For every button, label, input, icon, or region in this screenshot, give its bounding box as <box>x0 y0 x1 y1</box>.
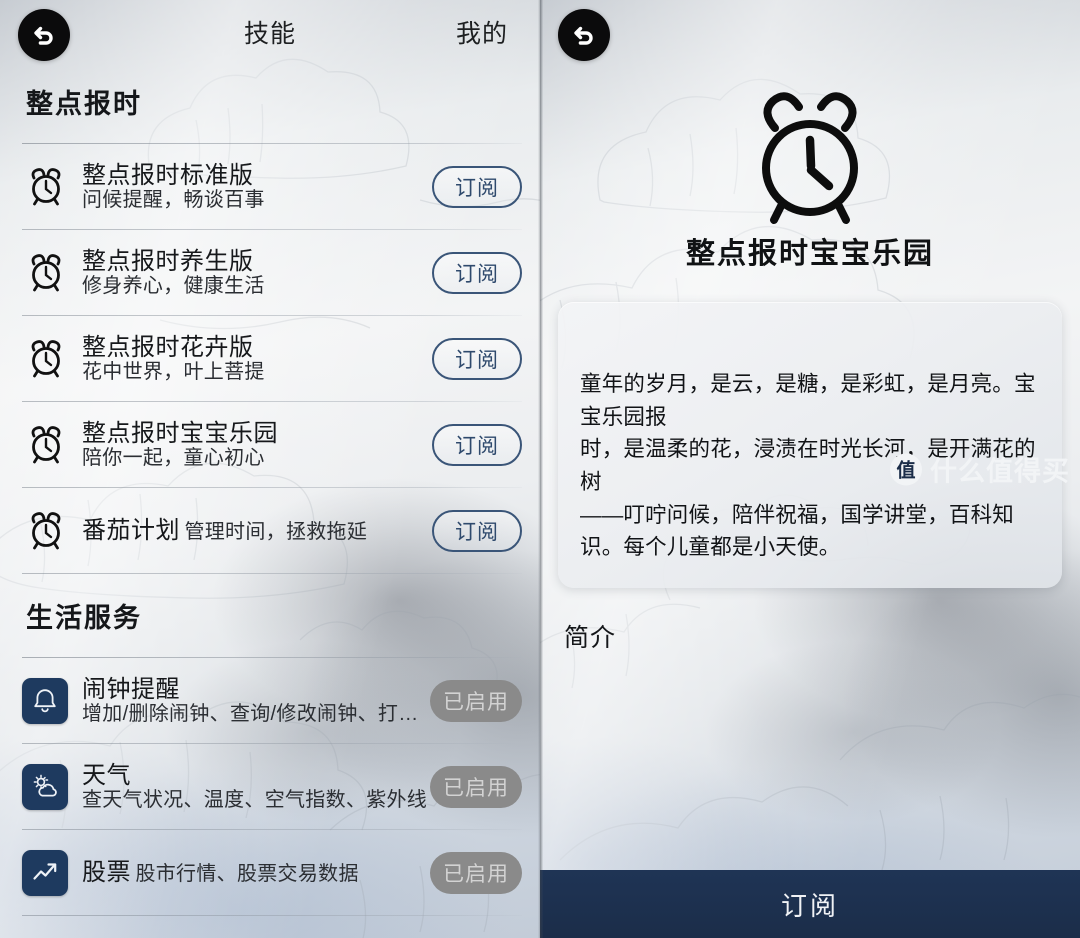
skill-text: 天气 查天气状况、温度、空气指数、紫外线 <box>82 762 430 813</box>
skill-row[interactable]: 整点报时养生版 修身养心，健康生活 订阅 <box>0 230 540 316</box>
skill-subtitle: 股市行情、股票交易数据 <box>135 863 359 886</box>
skill-title: 整点报时养生版 <box>82 247 254 275</box>
subscribe-bar-label: 订阅 <box>780 890 839 921</box>
back-button[interactable] <box>558 9 610 61</box>
skill-row[interactable]: 番茄计划 管理时间，拯救拖延 订阅 <box>0 488 540 574</box>
status-badge-enabled: 已启用 <box>430 852 522 894</box>
section-heading-hourly: 整点报时 <box>26 89 142 119</box>
skill-subtitle: 修身养心，健康生活 <box>82 275 265 298</box>
alarm-clock-icon <box>22 421 70 469</box>
skill-text: 番茄计划 管理时间，拯救拖延 <box>82 517 432 545</box>
subscribe-button[interactable]: 订阅 <box>432 338 522 380</box>
app-root: 技能 我的 整点报时 整点报时标准版 问候提醒，畅谈百事 订阅 整点报时养生版 … <box>0 0 1080 938</box>
left-top-nav: 技能 我的 <box>0 0 540 68</box>
skill-text: 整点报时养生版 修身养心，健康生活 <box>82 248 432 299</box>
skills-list-panel: 技能 我的 整点报时 整点报时标准版 问候提醒，畅谈百事 订阅 整点报时养生版 … <box>0 0 540 938</box>
skill-detail-panel: 整点报时宝宝乐园 童年的岁月，是云，是糖，是彩虹，是月亮。宝宝乐园报 时，是温柔… <box>540 0 1080 938</box>
alarm-clock-icon <box>22 249 70 297</box>
intro-section-label: 简介 <box>564 624 617 653</box>
skill-title: 番茄计划 <box>82 517 180 545</box>
status-badge-enabled: 已启用 <box>430 766 522 808</box>
alarm-clock-icon <box>745 90 875 226</box>
subscribe-button[interactable]: 订阅 <box>432 252 522 294</box>
skill-row[interactable]: 整点报时标准版 问候提醒，畅谈百事 订阅 <box>0 144 540 230</box>
skill-title: 整点报时花卉版 <box>82 333 254 361</box>
skill-subtitle: 花中世界，叶上菩提 <box>82 361 265 384</box>
skill-title: 股票 <box>82 859 131 887</box>
right-top-nav <box>540 0 1080 68</box>
skill-subtitle: 增加/删除闹钟、查询/修改闹钟、打… <box>82 703 419 726</box>
skill-detail-title: 整点报时宝宝乐园 <box>685 238 934 270</box>
skill-row[interactable]: 整点报时宝宝乐园 陪你一起，童心初心 订阅 <box>0 402 540 488</box>
skill-title: 整点报时标准版 <box>82 161 254 189</box>
skill-row[interactable]: 整点报时花卉版 花中世界，叶上菩提 订阅 <box>0 316 540 402</box>
alarm-clock-icon <box>22 507 70 555</box>
alarm-clock-icon <box>22 163 70 211</box>
skill-text: 整点报时标准版 问候提醒，畅谈百事 <box>82 162 432 213</box>
subscribe-bar-button[interactable]: 订阅 <box>540 870 1080 938</box>
skill-title: 天气 <box>82 761 131 789</box>
skill-text: 整点报时宝宝乐园 陪你一起，童心初心 <box>82 420 432 471</box>
skill-row[interactable]: 股票 股市行情、股票交易数据 已启用 <box>0 830 540 916</box>
skill-title: 闹钟提醒 <box>82 675 180 703</box>
alarm-clock-icon <box>22 335 70 383</box>
stock-chart-icon <box>22 850 68 896</box>
weather-icon <box>22 764 68 810</box>
skill-hero: 整点报时宝宝乐园 <box>540 68 1080 290</box>
skill-text: 整点报时花卉版 花中世界，叶上菩提 <box>82 334 432 385</box>
subscribe-button[interactable]: 订阅 <box>432 424 522 466</box>
back-arrow-icon <box>574 26 593 45</box>
skill-text: 闹钟提醒 增加/删除闹钟、查询/修改闹钟、打… <box>82 676 430 727</box>
skill-title: 整点报时宝宝乐园 <box>82 419 278 447</box>
section-heading-life: 生活服务 <box>26 603 142 633</box>
description-text: 童年的岁月，是云，是糖，是彩虹，是月亮。宝宝乐园报 时，是温柔的花，浸渍在时光长… <box>580 372 1036 560</box>
skill-subtitle: 管理时间，拯救拖延 <box>184 521 368 544</box>
skill-row[interactable]: 闹钟提醒 增加/删除闹钟、查询/修改闹钟、打… 已启用 <box>0 658 540 744</box>
description-card: 童年的岁月，是云，是糖，是彩虹，是月亮。宝宝乐园报 时，是温柔的花，浸渍在时光长… <box>558 302 1062 589</box>
skill-text: 股票 股市行情、股票交易数据 <box>82 859 430 887</box>
skill-subtitle: 陪你一起，童心初心 <box>82 447 265 470</box>
tab-mine[interactable]: 我的 <box>456 14 508 50</box>
subscribe-button[interactable]: 订阅 <box>432 510 522 552</box>
subscribe-button[interactable]: 订阅 <box>432 166 522 208</box>
status-badge-enabled: 已启用 <box>430 680 522 722</box>
skill-subtitle: 查天气状况、温度、空气指数、紫外线 <box>82 789 428 812</box>
bell-icon <box>22 678 68 724</box>
skill-subtitle: 问候提醒，畅谈百事 <box>82 189 265 212</box>
skill-row[interactable]: 天气 查天气状况、温度、空气指数、紫外线 已启用 <box>0 744 540 830</box>
